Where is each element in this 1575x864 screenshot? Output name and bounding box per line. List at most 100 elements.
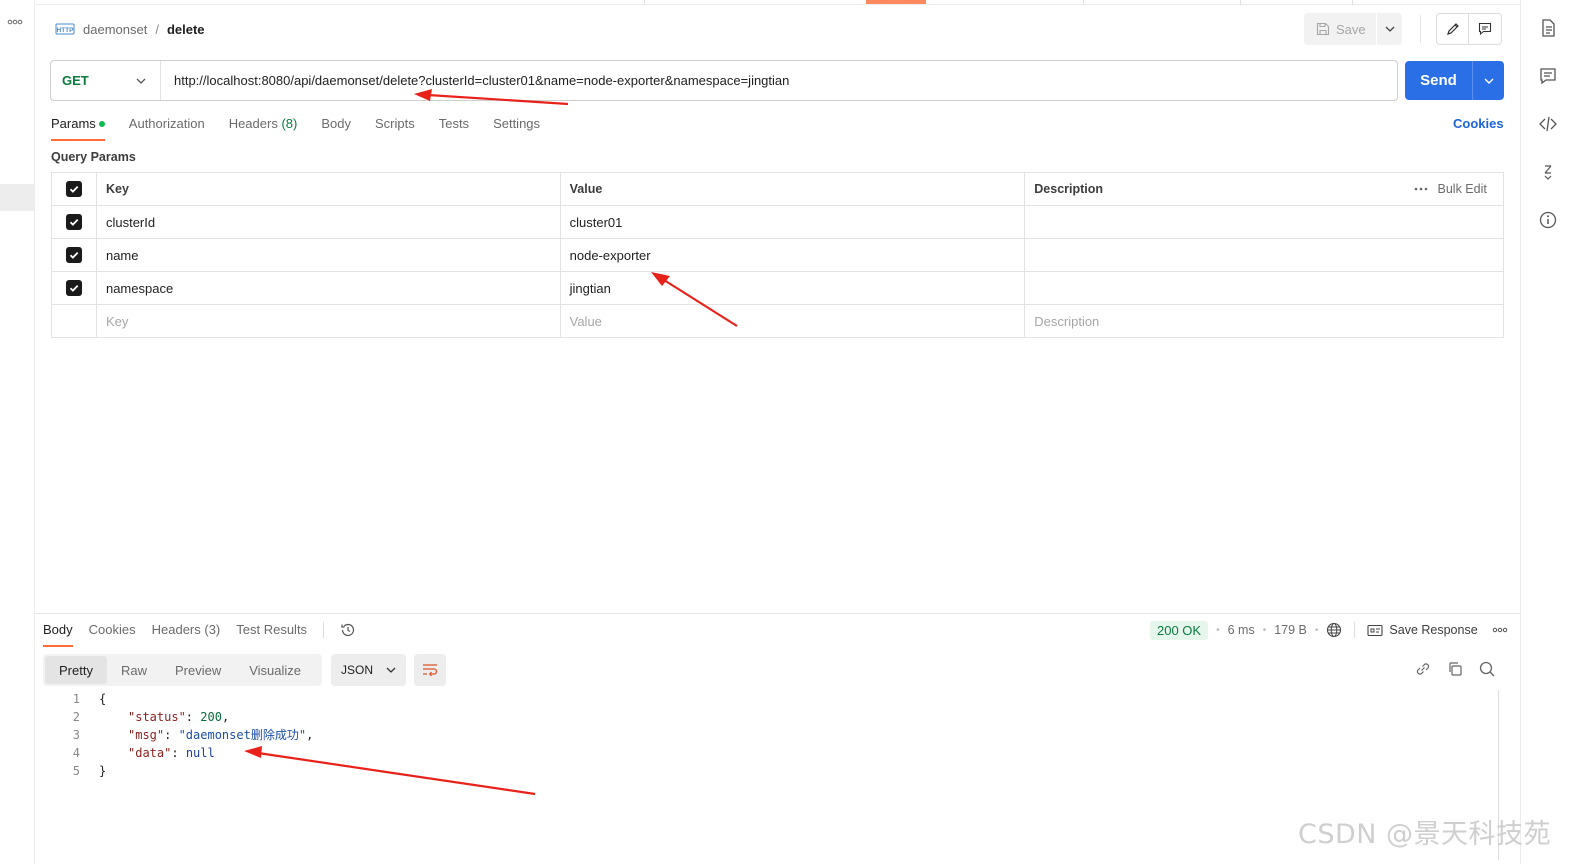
send-dropdown-button[interactable] [1472,61,1504,100]
bulk-edit-label: Bulk Edit [1437,182,1487,196]
copy-icon[interactable] [1446,660,1464,678]
save-button-group: Save [1304,13,1402,45]
response-tab-test-results[interactable]: Test Results [236,622,307,646]
more-options-icon[interactable] [7,18,27,26]
new-param-description-input[interactable]: Description [1024,304,1504,338]
tab-authorization[interactable]: Authorization [129,116,205,140]
meta-divider [1354,622,1356,638]
tab-body[interactable]: Body [321,116,351,140]
new-param-value-input[interactable]: Value [559,304,1026,338]
response-divider[interactable] [35,613,1520,614]
globe-icon[interactable] [1326,622,1342,638]
bulk-edit-cell: Bulk Edit [1404,172,1504,206]
info-icon[interactable] [1538,210,1558,230]
response-tab-headers[interactable]: Headers (3) [152,622,221,646]
tab-params[interactable]: Params [51,116,105,141]
view-preview[interactable]: Preview [161,656,235,684]
chevron-down-icon [136,78,146,84]
status-badge[interactable]: 200 OK [1150,620,1209,640]
meta-dot: • [1314,624,1319,636]
tab-settings[interactable]: Settings [493,116,540,140]
tab-scripts[interactable]: Scripts [375,116,415,140]
chevron-down-icon [1385,26,1394,32]
param-description-cell[interactable] [1024,271,1504,305]
tab-tests[interactable]: Tests [439,116,469,140]
row-checkbox[interactable] [65,247,82,264]
edit-button[interactable] [1436,13,1469,45]
row-checkbox[interactable] [65,280,82,297]
tab-headers[interactable]: Headers (8) [229,116,298,140]
tab-headers-count: (8) [281,116,298,131]
send-button-group: Send [1405,61,1504,100]
param-value-cell[interactable]: jingtian [559,271,1026,305]
cookies-link[interactable]: Cookies [1453,116,1504,131]
row-checkbox[interactable] [65,214,82,231]
search-icon[interactable] [1478,660,1496,678]
response-tools [1414,660,1496,678]
response-tab-body[interactable]: Body [43,622,73,647]
header-divider [1420,15,1421,43]
json-value-data: null [185,746,215,760]
code-line: 3 "msg": "daemonset删除成功", [60,726,314,744]
tab-divider [644,0,645,5]
right-sidebar [1520,0,1575,864]
select-all-cell [51,172,97,206]
code-line: 1{ [60,690,313,708]
breadcrumb-collection[interactable]: daemonset [83,22,147,37]
send-button[interactable]: Send [1405,72,1472,89]
url-input[interactable]: http://localhost:8080/api/daemonset/dele… [161,73,789,88]
response-size[interactable]: 179 B [1274,623,1307,637]
request-name[interactable]: delete [167,22,205,37]
wrap-lines-button[interactable] [414,654,446,686]
params-active-dot [98,120,105,127]
method-label: GET [62,73,89,88]
comment-button[interactable] [1468,13,1502,45]
tab-params-label: Params [51,116,96,131]
param-value-cell[interactable]: cluster01 [559,205,1026,239]
row-checkbox-cell [51,271,97,305]
param-description-cell[interactable] [1024,238,1504,272]
save-button[interactable]: Save [1304,13,1377,45]
format-select[interactable]: JSON [331,654,406,686]
save-response-button[interactable]: Save Response [1367,623,1478,637]
param-key-cell[interactable]: name [95,238,561,272]
documentation-icon[interactable] [1538,18,1558,38]
table-row: namespace jingtian [51,271,1504,305]
new-param-key-input[interactable]: Key [95,304,561,338]
code-icon[interactable] [1538,114,1558,134]
chevron-down-icon [386,667,396,673]
history-icon[interactable] [340,622,356,638]
column-header-value: Value [559,172,1026,206]
more-options-icon[interactable] [1492,627,1508,633]
view-raw[interactable]: Raw [107,656,161,684]
param-value-cell[interactable]: node-exporter [559,238,1026,272]
response-meta: 200 OK • 6 ms • 179 B • Save Response [1150,620,1508,640]
check-icon [69,219,79,227]
select-all-checkbox[interactable] [65,181,82,197]
response-view-switcher: Pretty Raw Preview Visualize [43,654,322,686]
link-icon[interactable] [1414,660,1432,678]
response-time[interactable]: 6 ms [1228,623,1255,637]
response-tab-cookies[interactable]: Cookies [89,622,136,646]
response-body-code[interactable]: 1{ 2 "status": 200, 3 "msg": "daemonset删除成… [60,690,314,780]
http-request-icon: HTTP [55,23,75,35]
param-description-cell[interactable] [1024,205,1504,239]
save-dropdown-button[interactable] [1377,13,1402,45]
chevron-down-icon [1484,78,1493,84]
column-header-key: Key [95,172,561,206]
param-key-cell[interactable]: namespace [95,271,561,305]
tab-divider [1352,0,1353,5]
check-icon [69,252,79,260]
view-pretty[interactable]: Pretty [45,656,107,684]
view-visualize[interactable]: Visualize [235,656,315,684]
method-select[interactable]: GET [51,61,161,100]
comments-icon[interactable] [1538,66,1558,86]
code-line: 2 "status": 200, [60,708,313,726]
sidebar-selected-item[interactable] [0,184,34,211]
tab-headers-label: Headers [228,116,278,131]
related-collections-icon[interactable] [1538,162,1558,182]
query-params-table: Key Value Description Bulk Edit clusterI… [51,172,1504,338]
code-close-brace: } [99,764,107,778]
param-key-cell[interactable]: clusterId [95,205,561,239]
bulk-edit-button[interactable]: Bulk Edit [1414,182,1495,196]
